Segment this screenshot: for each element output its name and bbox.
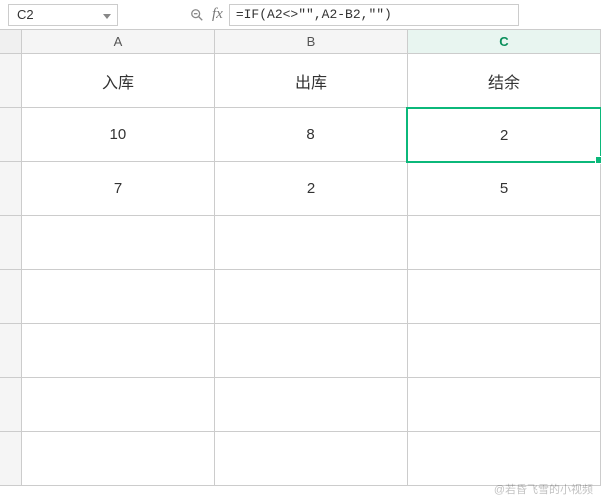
- cell-a4[interactable]: [22, 216, 215, 270]
- cell-c1[interactable]: 结余: [408, 54, 601, 108]
- row-headers: [0, 54, 22, 486]
- formula-text: =IF(A2<>"",A2-B2,""): [236, 7, 392, 22]
- cell-a7[interactable]: [22, 378, 215, 432]
- cell-b2[interactable]: 8: [215, 108, 408, 162]
- row-header-7[interactable]: [0, 378, 22, 432]
- formula-input[interactable]: =IF(A2<>"",A2-B2,""): [229, 4, 519, 26]
- table-row: [22, 378, 601, 432]
- search-zoom-icon[interactable]: [188, 6, 206, 24]
- row-header-4[interactable]: [0, 216, 22, 270]
- table-row: 7 2 5: [22, 162, 601, 216]
- cell-reference-box[interactable]: C2: [8, 4, 118, 26]
- row-header-3[interactable]: [0, 162, 22, 216]
- cell-c6[interactable]: [408, 324, 601, 378]
- cell-a1[interactable]: 入库: [22, 54, 215, 108]
- spreadsheet-grid: A B C 入库 出库 结余 10 8 2 7: [0, 30, 601, 486]
- cell-c7[interactable]: [408, 378, 601, 432]
- cell-a8[interactable]: [22, 432, 215, 486]
- formula-bar: C2 fx =IF(A2<>"",A2-B2,""): [0, 0, 601, 30]
- cell-c8[interactable]: [408, 432, 601, 486]
- watermark-text: @若昏飞雪的小视频: [494, 481, 593, 497]
- cell-c3[interactable]: 5: [408, 162, 601, 216]
- cell-c2[interactable]: 2: [406, 107, 601, 163]
- cell-c5[interactable]: [408, 270, 601, 324]
- fx-section: fx =IF(A2<>"",A2-B2,""): [188, 4, 519, 26]
- cell-b6[interactable]: [215, 324, 408, 378]
- table-row: [22, 216, 601, 270]
- cell-a6[interactable]: [22, 324, 215, 378]
- column-headers-row: A B C: [0, 30, 601, 54]
- column-header-b[interactable]: B: [215, 30, 408, 54]
- grid-body: 入库 出库 结余 10 8 2 7 2 5: [0, 54, 601, 486]
- cell-a2[interactable]: 10: [22, 108, 215, 162]
- row-header-5[interactable]: [0, 270, 22, 324]
- cell-b7[interactable]: [215, 378, 408, 432]
- cell-b8[interactable]: [215, 432, 408, 486]
- cell-c4[interactable]: [408, 216, 601, 270]
- row-header-1[interactable]: [0, 54, 22, 108]
- table-row: [22, 324, 601, 378]
- cell-b5[interactable]: [215, 270, 408, 324]
- cell-a3[interactable]: 7: [22, 162, 215, 216]
- cells-area: 入库 出库 结余 10 8 2 7 2 5: [22, 54, 601, 486]
- table-row: [22, 270, 601, 324]
- row-header-8[interactable]: [0, 432, 22, 486]
- table-row: [22, 432, 601, 486]
- column-header-c[interactable]: C: [408, 30, 601, 54]
- cell-b3[interactable]: 2: [215, 162, 408, 216]
- table-row: 10 8 2: [22, 108, 601, 162]
- row-header-2[interactable]: [0, 108, 22, 162]
- column-header-a[interactable]: A: [22, 30, 215, 54]
- row-header-6[interactable]: [0, 324, 22, 378]
- table-row: 入库 出库 结余: [22, 54, 601, 108]
- cell-reference-value: C2: [17, 7, 34, 22]
- cell-b4[interactable]: [215, 216, 408, 270]
- cell-b1[interactable]: 出库: [215, 54, 408, 108]
- select-all-corner[interactable]: [0, 30, 22, 54]
- fx-label[interactable]: fx: [212, 6, 223, 23]
- cell-a5[interactable]: [22, 270, 215, 324]
